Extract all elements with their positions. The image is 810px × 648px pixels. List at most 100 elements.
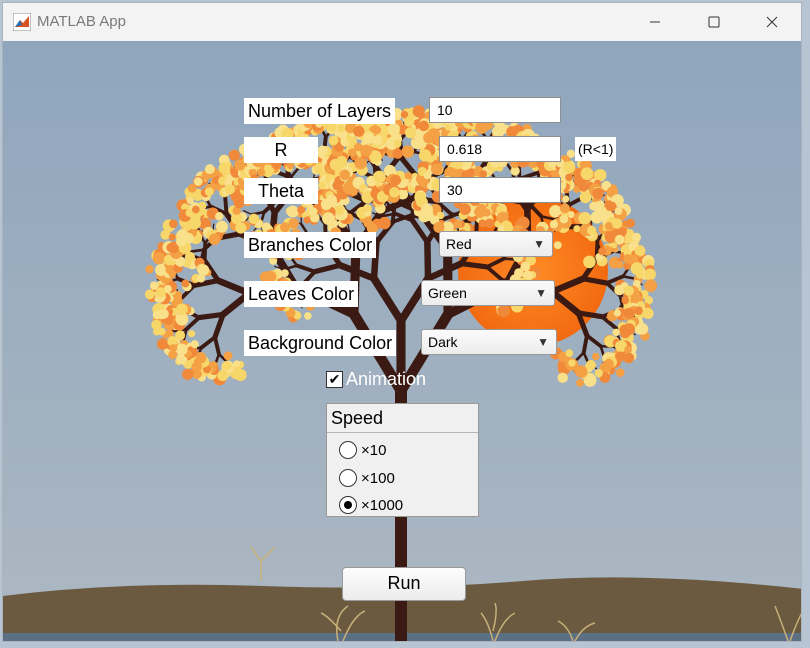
branches-color-dropdown[interactable]: Red ▼ [439, 231, 553, 257]
theta-input[interactable] [439, 177, 561, 203]
leaf [168, 233, 176, 241]
leaf [614, 234, 625, 245]
leaf [175, 343, 188, 356]
leaf [625, 218, 636, 228]
leaf [585, 359, 596, 370]
leaf [197, 264, 210, 276]
leaf [615, 260, 624, 269]
leaf [164, 284, 172, 293]
leaf [565, 349, 574, 358]
branch-segment [458, 261, 490, 270]
leaves-color-label: Leaves Color [244, 281, 359, 307]
leaf [403, 116, 415, 127]
leaf [414, 191, 426, 203]
leaf [336, 155, 348, 167]
leaf [412, 105, 425, 118]
leaf [575, 365, 588, 378]
leaf [598, 247, 607, 256]
theta-label: Theta [244, 178, 318, 204]
leaf [418, 149, 432, 162]
leaf [621, 296, 630, 305]
leaf [592, 352, 600, 361]
fractal-tree-plot [3, 41, 801, 641]
layers-input[interactable] [429, 97, 561, 123]
leaf [634, 246, 644, 256]
leaf [256, 168, 266, 177]
leaf [215, 220, 228, 233]
leaf [188, 330, 196, 338]
window-title: MATLAB App [37, 13, 126, 30]
leaf [191, 361, 202, 373]
leaf [401, 145, 415, 158]
leaf [634, 306, 643, 315]
leaf [326, 194, 338, 206]
leaf [623, 253, 633, 264]
leaf [151, 319, 162, 330]
leaf [304, 312, 312, 320]
minimize-icon [650, 21, 660, 23]
animation-checkbox[interactable]: ✔ Animation [326, 369, 426, 390]
leaf [228, 149, 240, 161]
leaf [578, 211, 592, 225]
app-canvas: Number of Layers R (R<1) Theta Branches … [3, 41, 801, 641]
close-icon [766, 16, 778, 28]
leaf [303, 216, 311, 224]
leaf [568, 359, 576, 367]
speed-option-x1000[interactable]: ×1000 [339, 496, 403, 514]
radio-selected-icon [339, 496, 357, 514]
title-bar: MATLAB App [3, 3, 801, 41]
leaf [317, 145, 328, 156]
leaf [190, 340, 199, 349]
leaf [334, 205, 344, 216]
r-hint: (R<1) [575, 137, 617, 161]
leaf [590, 210, 604, 224]
leaf [149, 281, 159, 290]
branch-segment [424, 238, 432, 282]
speed-option-x10[interactable]: ×10 [339, 441, 386, 459]
chevron-down-icon: ▼ [535, 286, 547, 300]
leaf [418, 120, 430, 132]
leaf [631, 232, 642, 242]
leaf [614, 207, 623, 215]
leaf [453, 220, 463, 229]
leaf [549, 220, 559, 229]
leaf [175, 236, 187, 247]
leaf [182, 221, 193, 231]
leaves-color-dropdown[interactable]: Green ▼ [421, 280, 555, 306]
leaf [565, 173, 573, 182]
leaf [430, 163, 443, 175]
leaf [587, 225, 597, 236]
leaf [193, 177, 203, 186]
leaf [559, 203, 570, 214]
leaf [152, 252, 165, 265]
branches-color-label: Branches Color [244, 232, 377, 258]
leaf [223, 351, 233, 361]
minimize-button[interactable] [626, 3, 684, 41]
radio-icon [339, 441, 357, 459]
leaf [288, 218, 300, 229]
speed-option-x100[interactable]: ×100 [339, 469, 395, 487]
run-button[interactable]: Run [342, 567, 466, 601]
close-button[interactable] [743, 3, 801, 41]
leaf [613, 309, 621, 317]
maximize-button[interactable] [685, 3, 743, 41]
leaf [644, 279, 658, 293]
speed-panel: Speed ×10 ×100 ×1000 [326, 403, 479, 517]
leaf [642, 307, 654, 320]
leaf [328, 135, 339, 146]
background-color-value: Dark [428, 334, 458, 350]
leaf [248, 213, 259, 225]
leaf [623, 285, 634, 296]
leaf [363, 218, 373, 228]
leaf [393, 139, 402, 148]
leaf [353, 125, 365, 137]
r-input[interactable] [439, 136, 561, 162]
chevron-down-icon: ▼ [537, 335, 549, 349]
leaf [286, 205, 299, 218]
background-color-dropdown[interactable]: Dark ▼ [421, 329, 557, 355]
leaf [363, 204, 371, 213]
branch-segment [189, 248, 205, 253]
leaf [166, 242, 176, 253]
maximize-icon [708, 16, 720, 28]
leaf [390, 174, 402, 186]
